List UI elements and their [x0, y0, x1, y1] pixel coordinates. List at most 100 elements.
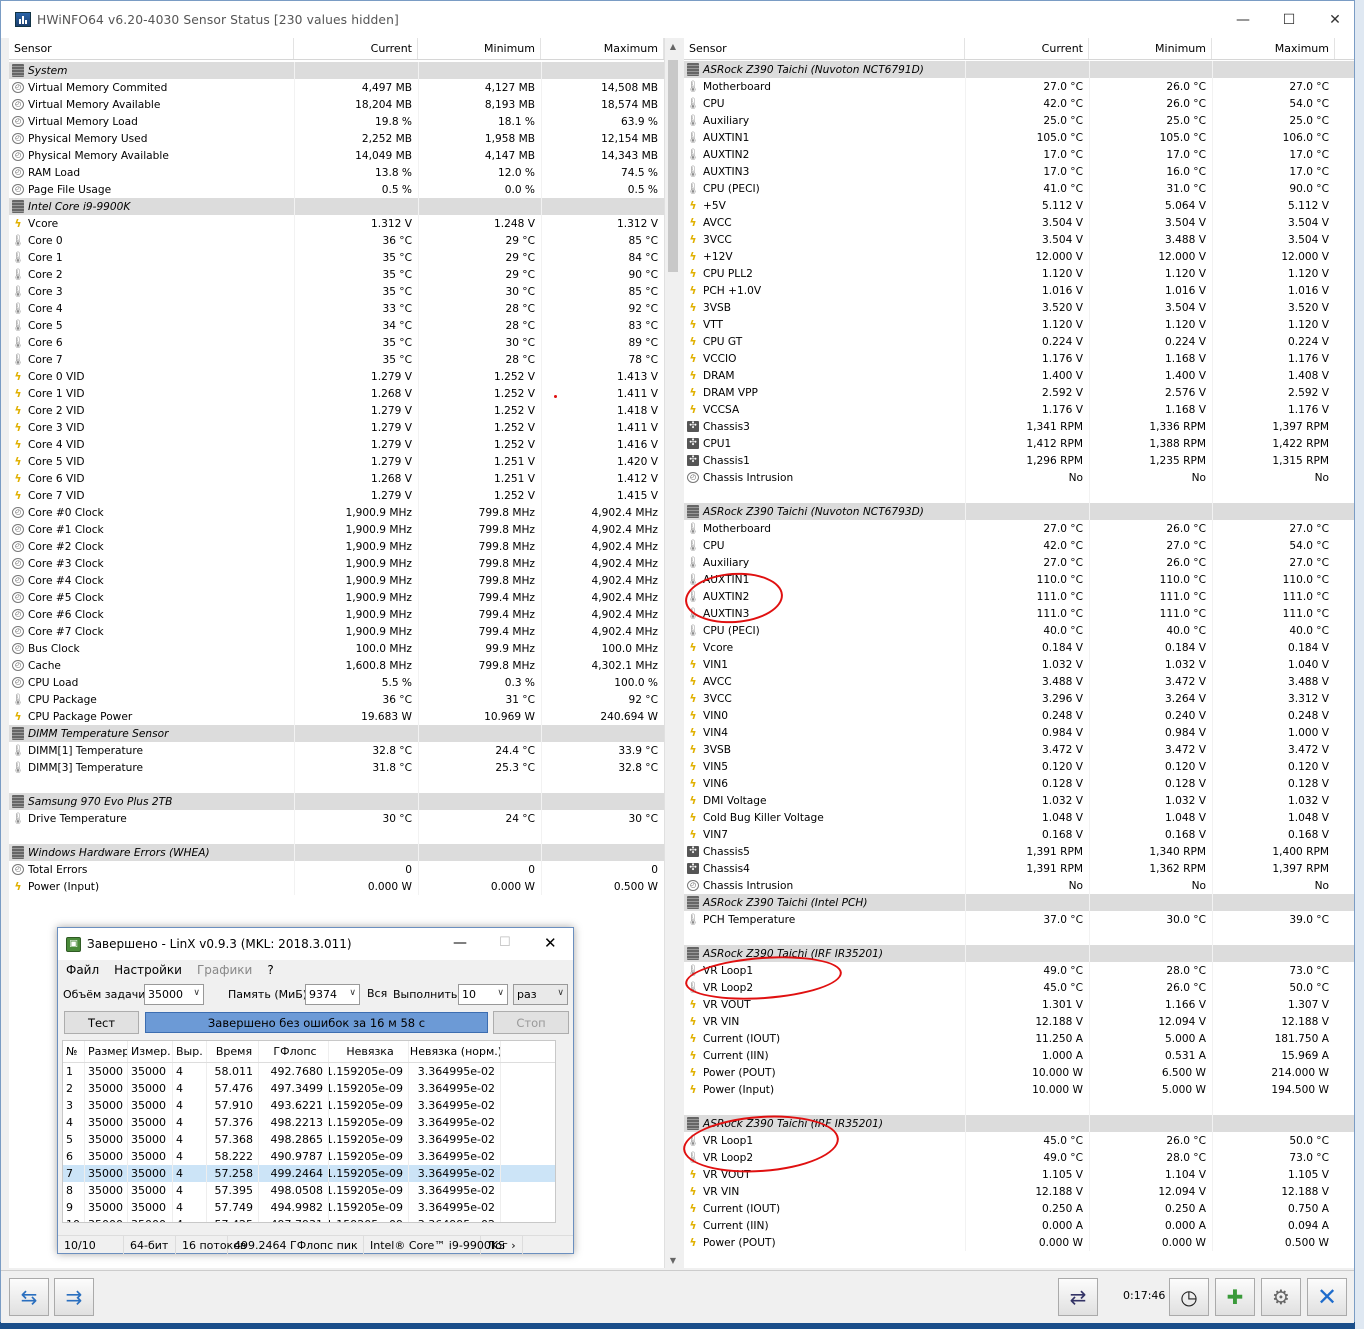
navigate-arrows-icon[interactable]: ⇆: [9, 1278, 49, 1316]
sensor-row[interactable]: ϟ VIN7 0.168 V 0.168 V 0.168 V: [684, 826, 1354, 843]
sensor-row[interactable]: ϟ Power (Input) 0.000 W 0.000 W 0.500 W: [9, 878, 680, 895]
clock-icon[interactable]: ◷: [1169, 1278, 1209, 1316]
scroll-thumb[interactable]: [668, 60, 678, 272]
sensor-row[interactable]: 🌡 AUXTIN2 111.0 °C 111.0 °C 111.0 °C: [684, 588, 1354, 605]
sensor-row[interactable]: ϟ Vcore 1.312 V 1.248 V 1.312 V: [9, 215, 680, 232]
sensor-row[interactable]: ◴ Core #4 Clock 1,900.9 MHz 799.8 MHz 4,902.…: [9, 572, 680, 589]
left-scrollbar[interactable]: ▲ ▼: [664, 38, 680, 1268]
sensor-row[interactable]: ϟ Core 6 VID 1.268 V 1.251 V 1.412 V: [9, 470, 680, 487]
col-sensor-right[interactable]: Sensor: [684, 38, 965, 59]
sensor-row[interactable]: ✣ Chassis4 1,391 RPM 1,362 RPM 1,397 RPM: [684, 860, 1354, 877]
times-combo[interactable]: раз ∨: [513, 984, 568, 1005]
sensor-row[interactable]: ϟ Core 2 VID 1.279 V 1.252 V 1.418 V: [9, 402, 680, 419]
results-row[interactable]: 4 35000 35000 4 57.376 498.2213 1.159205e-09 3.…: [63, 1114, 555, 1131]
results-row[interactable]: 6 35000 35000 4 58.222 490.9787 1.159205e-09 3.…: [63, 1148, 555, 1165]
sensor-row[interactable]: ϟ 3VSB 3.520 V 3.504 V 3.520 V: [684, 299, 1354, 316]
sensor-row[interactable]: ✣ Chassis5 1,391 RPM 1,340 RPM 1,400 RPM: [684, 843, 1354, 860]
results-row[interactable]: 103500035000457.425497.79311.159205e-093…: [63, 1216, 555, 1222]
sensor-row[interactable]: ϟ CPU Package Power 19.683 W 10.969 W 240.69…: [9, 708, 680, 725]
sensor-group-header[interactable]: Windows Hardware Errors (WHEA): [9, 844, 680, 861]
sensor-row[interactable]: ϟ Core 7 VID 1.279 V 1.252 V 1.415 V: [9, 487, 680, 504]
sensor-row[interactable]: ◴ Core #2 Clock 1,900.9 MHz 799.8 MHz 4,902.…: [9, 538, 680, 555]
run-combo[interactable]: 10 ∨: [458, 984, 508, 1005]
sensor-row[interactable]: 🌡 Auxiliary 25.0 °C 25.0 °C 25.0 °C: [684, 112, 1354, 129]
sensor-row[interactable]: ◴ Core #3 Clock 1,900.9 MHz 799.8 MHz 4,902.…: [9, 555, 680, 572]
sensor-row[interactable]: ◴ Virtual Memory Commited 4,497 MB 4,127 MB…: [9, 79, 680, 96]
sensor-row[interactable]: 🌡 CPU 42.0 °C 26.0 °C 54.0 °C: [684, 95, 1354, 112]
sensor-row[interactable]: 🌡 CPU (PECI) 41.0 °C 31.0 °C 90.0 °C: [684, 180, 1354, 197]
sensor-group-header[interactable]: Samsung 970 Evo Plus 2TB: [9, 793, 680, 810]
sensor-row[interactable]: ϟ Power (Input) 10.000 W 5.000 W 194.500 W: [684, 1081, 1354, 1098]
linx-maximize-button[interactable]: ☐: [499, 935, 511, 950]
sensor-row[interactable]: 🌡 Core 2 35 °C 29 °C 90 °C: [9, 266, 680, 283]
sensor-row[interactable]: 🌡 AUXTIN1 105.0 °C 105.0 °C 106.0 °C: [684, 129, 1354, 146]
results-col-header[interactable]: Выр.: [173, 1041, 207, 1062]
sensor-row[interactable]: ϟ DRAM VPP 2.592 V 2.576 V 2.592 V: [684, 384, 1354, 401]
sensor-row[interactable]: ϟ AVCC 3.488 V 3.472 V 3.488 V: [684, 673, 1354, 690]
sensor-row[interactable]: ϟ VR VOUT 1.301 V 1.166 V 1.307 V: [684, 996, 1354, 1013]
stop-button[interactable]: Стоп: [493, 1011, 569, 1034]
settings-gear-icon[interactable]: ⚙: [1261, 1278, 1301, 1316]
scroll-down-arrow-icon[interactable]: ▼: [665, 1252, 680, 1268]
results-row[interactable]: 2 35000 35000 4 57.476 497.3499 1.159205e-09 3.…: [63, 1080, 555, 1097]
sensor-row[interactable]: 🌡 Core 4 33 °C 28 °C 92 °C: [9, 300, 680, 317]
sensor-table-right[interactable]: Sensor Current Minimum Maximum ASRock Z3…: [684, 38, 1354, 1268]
sensor-row[interactable]: 🌡 AUXTIN3 17.0 °C 16.0 °C 17.0 °C: [684, 163, 1354, 180]
col-minimum-right[interactable]: Minimum: [1089, 38, 1212, 59]
sensor-row[interactable]: ◴ Virtual Memory Available 18,204 MB 8,193 …: [9, 96, 680, 113]
sensor-row[interactable]: ϟ VIN1 1.032 V 1.032 V 1.040 V: [684, 656, 1354, 673]
collapse-arrows-icon[interactable]: ⇉: [54, 1278, 94, 1316]
sensor-row[interactable]: ϟ Core 3 VID 1.279 V 1.252 V 1.411 V: [9, 419, 680, 436]
sensor-row[interactable]: ϟ Current (IOUT) 0.250 A 0.250 A 0.750 A: [684, 1200, 1354, 1217]
sensor-group-header[interactable]: ASRock Z390 Taichi (Nuvoton NCT6793D): [684, 503, 1354, 520]
sensor-row[interactable]: 🌡 Core 6 35 °C 30 °C 89 °C: [9, 334, 680, 351]
col-maximum[interactable]: Maximum: [541, 38, 664, 59]
sensor-row[interactable]: ϟ VCCSA 1.176 V 1.168 V 1.176 V: [684, 401, 1354, 418]
sensor-row[interactable]: 🌡 AUXTIN2 17.0 °C 17.0 °C 17.0 °C: [684, 146, 1354, 163]
sensor-row[interactable]: ϟ Current (IOUT) 11.250 A 5.000 A 181.750 A: [684, 1030, 1354, 1047]
results-table[interactable]: № Размер Измер. Выр. Время ГФлопс Невязка Невяз…: [62, 1040, 556, 1223]
sensor-row[interactable]: 🌡 DIMM[3] Temperature 31.8 °C 25.3 °C 32.8 °…: [9, 759, 680, 776]
minimize-button[interactable]: —: [1220, 1, 1266, 38]
sensor-row[interactable]: ◴ Core #1 Clock 1,900.9 MHz 799.8 MHz 4,902.…: [9, 521, 680, 538]
sensor-row[interactable]: ϟ +5V 5.112 V 5.064 V 5.112 V: [684, 197, 1354, 214]
sensor-row[interactable]: ϟ 3VCC 3.504 V 3.488 V 3.504 V: [684, 231, 1354, 248]
sensor-row[interactable]: 🌡 DIMM[1] Temperature 32.8 °C 24.4 °C 33.9 °…: [9, 742, 680, 759]
sensor-row[interactable]: ✣ Chassis1 1,296 RPM 1,235 RPM 1,315 RPM: [684, 452, 1354, 469]
results-col-header[interactable]: Невязка (норм.): [409, 1041, 501, 1062]
sensor-row[interactable]: ϟ VIN6 0.128 V 0.128 V 0.128 V: [684, 775, 1354, 792]
sensor-row[interactable]: ϟ Current (IIN) 0.000 A 0.000 A 0.094 A: [684, 1217, 1354, 1234]
sensor-row[interactable]: ϟ DRAM 1.400 V 1.400 V 1.408 V: [684, 367, 1354, 384]
sensor-row[interactable]: ◴ CPU Load 5.5 % 0.3 % 100.0 %: [9, 674, 680, 691]
sensor-row[interactable]: ϟ PCH +1.0V 1.016 V 1.016 V 1.016 V: [684, 282, 1354, 299]
sensor-row[interactable]: ϟ Power (POUT) 10.000 W 6.500 W 214.000 W: [684, 1064, 1354, 1081]
sensor-row[interactable]: ϟ VIN5 0.120 V 0.120 V 0.120 V: [684, 758, 1354, 775]
col-minimum[interactable]: Minimum: [418, 38, 541, 59]
col-current[interactable]: Current: [294, 38, 418, 59]
sensor-row[interactable]: ϟ CPU GT 0.224 V 0.224 V 0.224 V: [684, 333, 1354, 350]
sensor-group-header[interactable]: Intel Core i9-9900K: [9, 198, 680, 215]
sensor-row[interactable]: 🌡 Core 1 35 °C 29 °C 84 °C: [9, 249, 680, 266]
results-col-header[interactable]: №: [63, 1041, 85, 1062]
sensor-row[interactable]: ϟ Vcore 0.184 V 0.184 V 0.184 V: [684, 639, 1354, 656]
sensor-group-header[interactable]: ASRock Z390 Taichi (Intel PCH): [684, 894, 1354, 911]
sensor-row[interactable]: ◴ Chassis Intrusion No No No: [684, 469, 1354, 486]
sensor-row[interactable]: 🌡 Core 7 35 °C 28 °C 78 °C: [9, 351, 680, 368]
sensor-row[interactable]: 🌡 Drive Temperature 30 °C 24 °C 30 °C: [9, 810, 680, 827]
sensor-row[interactable]: ◴ Bus Clock 100.0 MHz 99.9 MHz 100.0 MHz: [9, 640, 680, 657]
sensor-row[interactable]: ◴ Page File Usage 0.5 % 0.0 % 0.5 %: [9, 181, 680, 198]
close-button[interactable]: ✕: [1312, 1, 1358, 38]
results-scrollbar[interactable]: [556, 1040, 572, 1223]
maximize-button[interactable]: ☐: [1266, 1, 1312, 38]
sensor-row[interactable]: ◴ Core #7 Clock 1,900.9 MHz 799.4 MHz 4,902.…: [9, 623, 680, 640]
sensor-group-header[interactable]: System: [9, 62, 680, 79]
sensor-row[interactable]: ϟ Current (IIN) 1.000 A 0.531 A 15.969 A: [684, 1047, 1354, 1064]
sensor-row[interactable]: 🌡 AUXTIN1 110.0 °C 110.0 °C 110.0 °C: [684, 571, 1354, 588]
sensor-row[interactable]: ◴ Physical Memory Available 14,049 MB 4,147…: [9, 147, 680, 164]
sensor-row[interactable]: 🌡 CPU 42.0 °C 27.0 °C 54.0 °C: [684, 537, 1354, 554]
results-col-header[interactable]: Размер: [85, 1041, 128, 1062]
sensor-row[interactable]: ϟ Core 0 VID 1.279 V 1.252 V 1.413 V: [9, 368, 680, 385]
sensor-row[interactable]: ϟ VIN0 0.248 V 0.240 V 0.248 V: [684, 707, 1354, 724]
linx-close-button[interactable]: ✕: [544, 934, 557, 952]
sensor-row[interactable]: ◴ Core #0 Clock 1,900.9 MHz 799.8 MHz 4,902.…: [9, 504, 680, 521]
